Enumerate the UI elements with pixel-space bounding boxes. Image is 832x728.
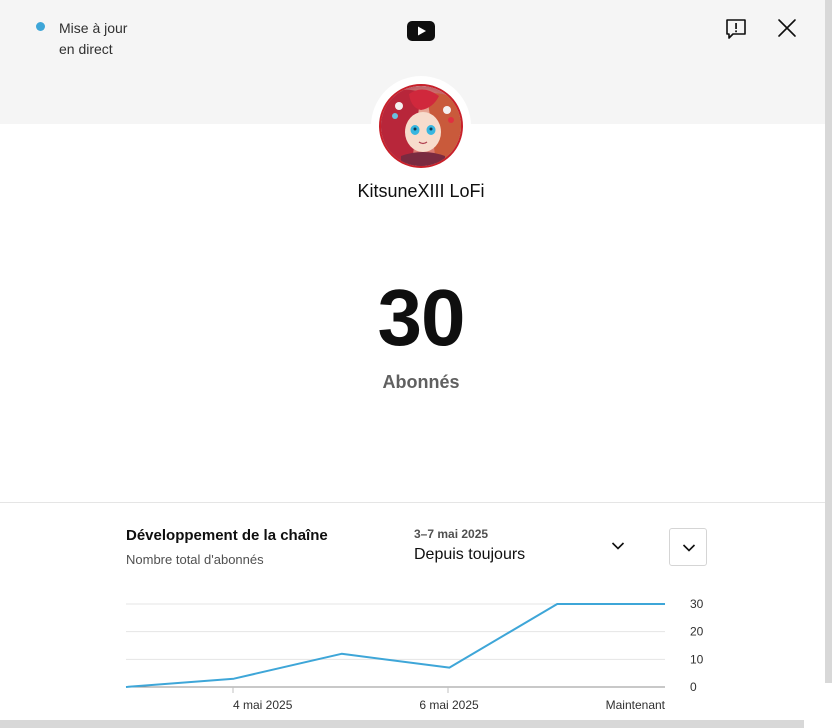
subscriber-count-panel: Mise à jour en direct KitsuneXIII LoFi 3…: [0, 0, 832, 728]
y-tick-label: 10: [690, 652, 704, 666]
channel-avatar: [379, 84, 463, 168]
channel-name: KitsuneXIII LoFi: [357, 181, 485, 201]
subscriber-line: [125, 603, 665, 688]
growth-title: Développement de la chaîne: [126, 527, 328, 544]
x-tick-label: Maintenant: [606, 698, 666, 712]
report-icon[interactable]: [725, 18, 747, 40]
live-status-line1: Mise à jour: [59, 20, 128, 36]
live-status-line2: en direct: [59, 41, 113, 57]
subscriber-count: 30: [377, 273, 466, 362]
period-range: 3–7 mai 2025: [414, 527, 489, 541]
y-tick-label: 30: [690, 597, 704, 611]
live-dot-icon: [36, 22, 45, 31]
growth-subtitle: Nombre total d'abonnés: [126, 552, 264, 567]
avatar-illustration: [381, 86, 461, 166]
section-divider: [0, 502, 825, 503]
horizontal-scrollbar[interactable]: [0, 720, 804, 728]
x-tick-label: 6 mai 2025: [419, 698, 479, 712]
chevron-down-icon: [611, 542, 625, 550]
period-value: Depuis toujours: [414, 546, 526, 563]
x-tick-label: 4 mai 2025: [233, 698, 293, 712]
close-icon[interactable]: [776, 17, 798, 39]
live-status: Mise à jour en direct: [36, 18, 139, 60]
y-tick-label: 20: [690, 625, 704, 639]
youtube-icon: [407, 21, 435, 41]
subscriber-growth-chart: 0 10 20 30 4 mai 2025 6 mai 2025 Maintenant: [125, 597, 704, 712]
chevron-down-icon: [682, 544, 696, 552]
period-dropdown[interactable]: 3–7 mai 2025 Depuis toujours: [414, 524, 630, 568]
y-tick-label: 0: [690, 680, 697, 694]
subscriber-label: Abonnés: [382, 372, 460, 392]
live-status-text: Mise à jour en direct: [59, 18, 139, 60]
expand-chart-button[interactable]: [669, 528, 707, 566]
